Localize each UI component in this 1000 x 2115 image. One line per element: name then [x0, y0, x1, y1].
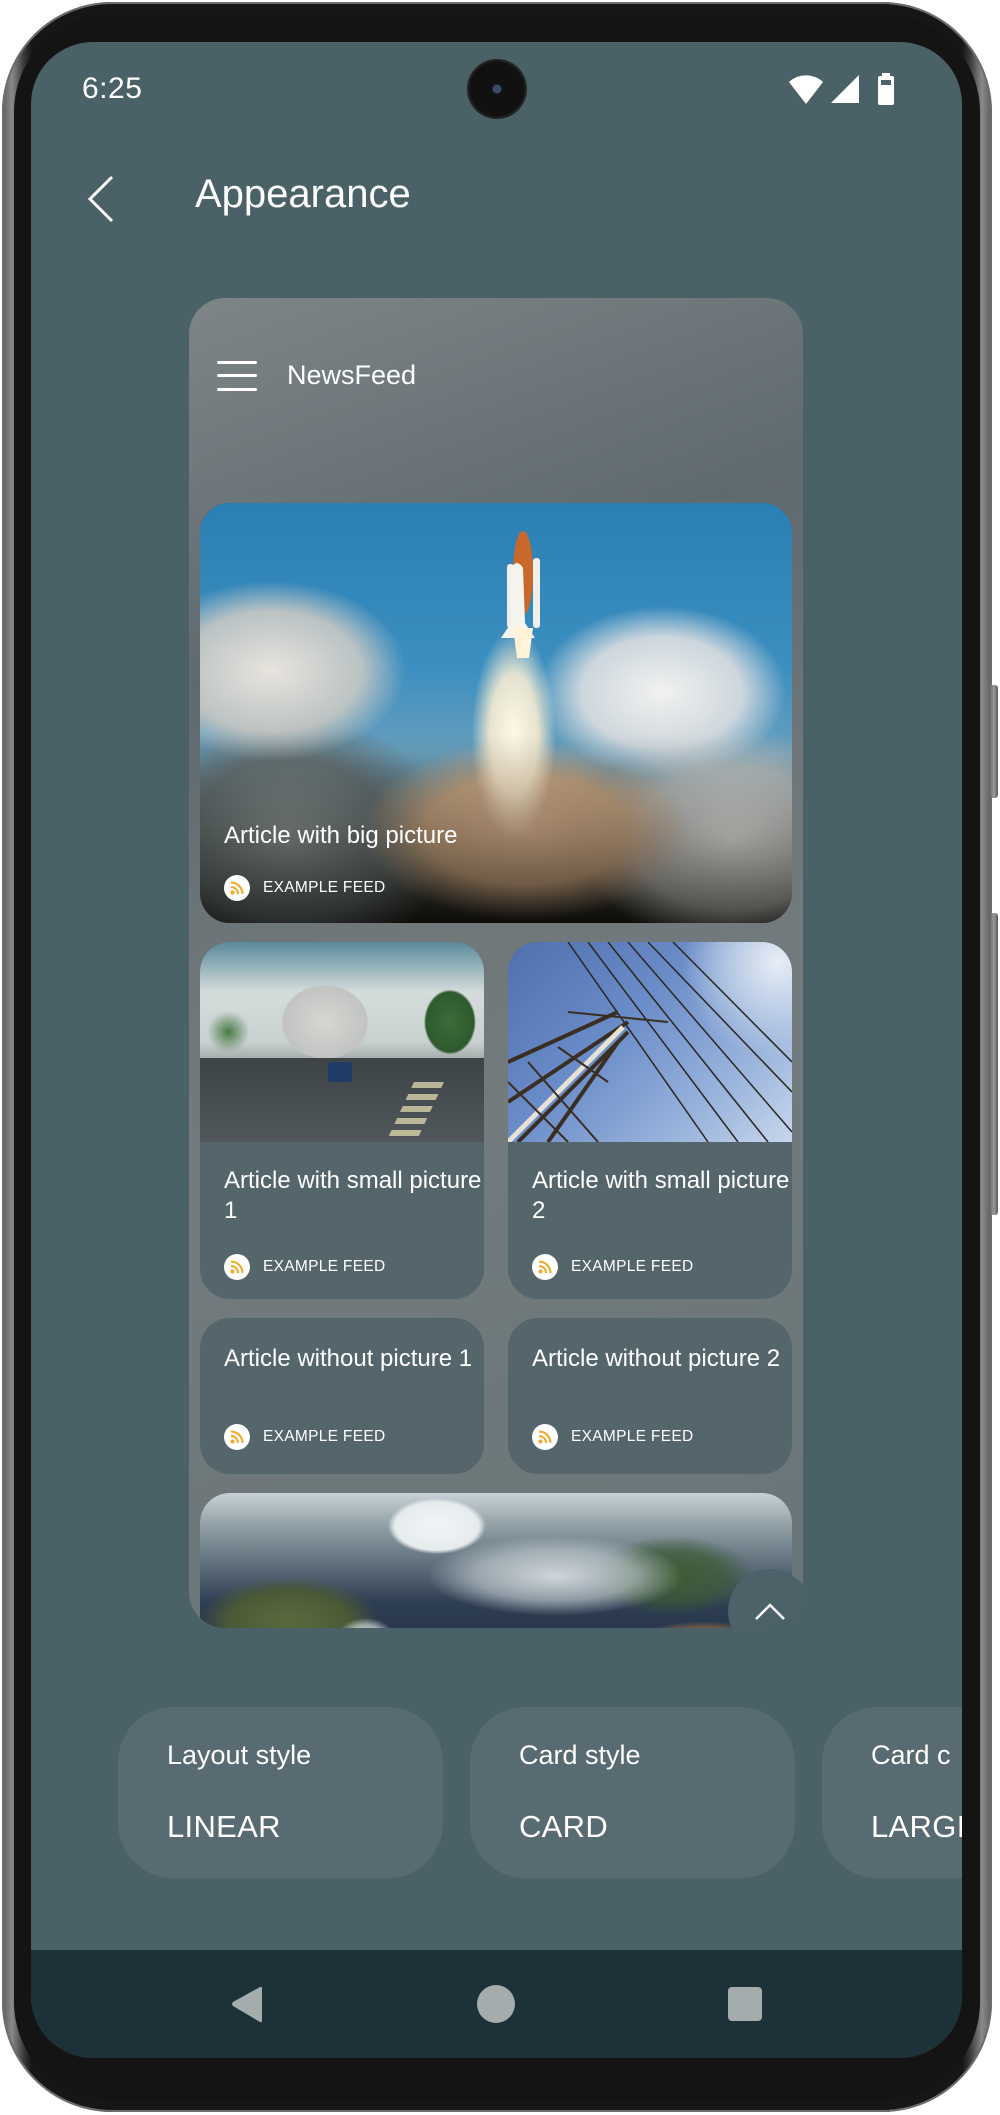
preview-title: NewsFeed [287, 360, 417, 390]
feed-name: EXAMPLE FEED [263, 1258, 386, 1275]
article-card-no-picture-1[interactable]: Article without picture 1 EXAMPLE FEED [200, 1318, 484, 1474]
power-button [990, 685, 998, 798]
article-feed: EXAMPLE FEED [224, 875, 385, 901]
option-layout-style[interactable]: Layout style LINEAR [118, 1707, 443, 1878]
rss-icon [224, 1254, 250, 1280]
feed-name: EXAMPLE FEED [263, 879, 386, 896]
feed-name: EXAMPLE FEED [571, 1258, 694, 1275]
feed-name: EXAMPLE FEED [571, 1428, 694, 1445]
feed-name: EXAMPLE FEED [263, 1428, 386, 1445]
article-feed: EXAMPLE FEED [532, 1424, 693, 1450]
rss-icon [224, 1424, 250, 1450]
article-card-earth[interactable] [200, 1493, 792, 1628]
article-image-city-street [200, 942, 484, 1142]
article-title: Article without picture 1 [224, 1345, 473, 1372]
screen: 6:25 Appearance NewsFeed Article with bi… [31, 42, 962, 2058]
article-title: Article with small picture 1 [224, 1167, 482, 1224]
tower-graphic [508, 942, 792, 1144]
article-title: Article without picture 2 [532, 1345, 781, 1372]
back-button[interactable] [71, 164, 131, 234]
nav-recents-button[interactable] [715, 1978, 775, 2030]
article-card-big-picture[interactable]: Article with big picture EXAMPLE FEED [200, 503, 792, 923]
nav-back-icon [232, 1986, 262, 2023]
rss-icon [532, 1424, 558, 1450]
article-title: Article with big picture [224, 822, 458, 849]
article-feed: EXAMPLE FEED [224, 1254, 385, 1280]
option-card-c[interactable]: Card c LARGI [822, 1707, 962, 1878]
article-title: Article with small picture 2 [532, 1167, 790, 1224]
layout-preview: NewsFeed Article with big picture EXAMPL… [189, 298, 803, 1628]
system-nav-bar [31, 1950, 962, 2058]
article-card-small-picture-2[interactable]: Article with small picture 2 EXAMPLE FEE… [508, 942, 792, 1299]
appearance-options: Layout style LINEAR Card style CARD Card… [118, 1707, 962, 1878]
option-label: Card style [519, 1740, 641, 1770]
article-feed: EXAMPLE FEED [224, 1424, 385, 1450]
chevron-up-icon [755, 1603, 785, 1620]
front-camera [469, 61, 525, 117]
chevron-left-icon [87, 175, 114, 223]
volume-rocker [990, 913, 998, 1215]
nav-home-button[interactable] [466, 1978, 526, 2030]
article-feed: EXAMPLE FEED [532, 1254, 693, 1280]
status-time: 6:25 [82, 72, 143, 105]
option-value: LARGI [871, 1809, 962, 1844]
battery-icon [878, 73, 894, 105]
wifi-icon [789, 75, 823, 104]
nav-back-button[interactable] [217, 1978, 277, 2030]
nav-home-icon [477, 1985, 515, 2023]
cellular-signal-icon [831, 75, 859, 103]
hamburger-menu-icon[interactable] [217, 360, 257, 391]
rss-icon [532, 1254, 558, 1280]
rss-icon [224, 875, 250, 901]
option-label: Layout style [167, 1740, 312, 1770]
article-image-shuttle-launch [200, 503, 792, 923]
preview-app-bar: NewsFeed [217, 360, 416, 391]
article-card-small-picture-1[interactable]: Article with small picture 1 EXAMPLE FEE… [200, 942, 484, 1299]
option-value: CARD [519, 1809, 609, 1844]
article-card-no-picture-2[interactable]: Article without picture 2 EXAMPLE FEED [508, 1318, 792, 1474]
status-icons [788, 73, 900, 105]
nav-recents-icon [728, 1987, 762, 2021]
article-image-earth [200, 1493, 792, 1628]
page-title: Appearance [195, 172, 411, 216]
option-label: Card c [871, 1740, 951, 1770]
option-value: LINEAR [167, 1809, 281, 1844]
article-image-power-tower [508, 942, 792, 1144]
option-card-style[interactable]: Card style CARD [470, 1707, 795, 1878]
